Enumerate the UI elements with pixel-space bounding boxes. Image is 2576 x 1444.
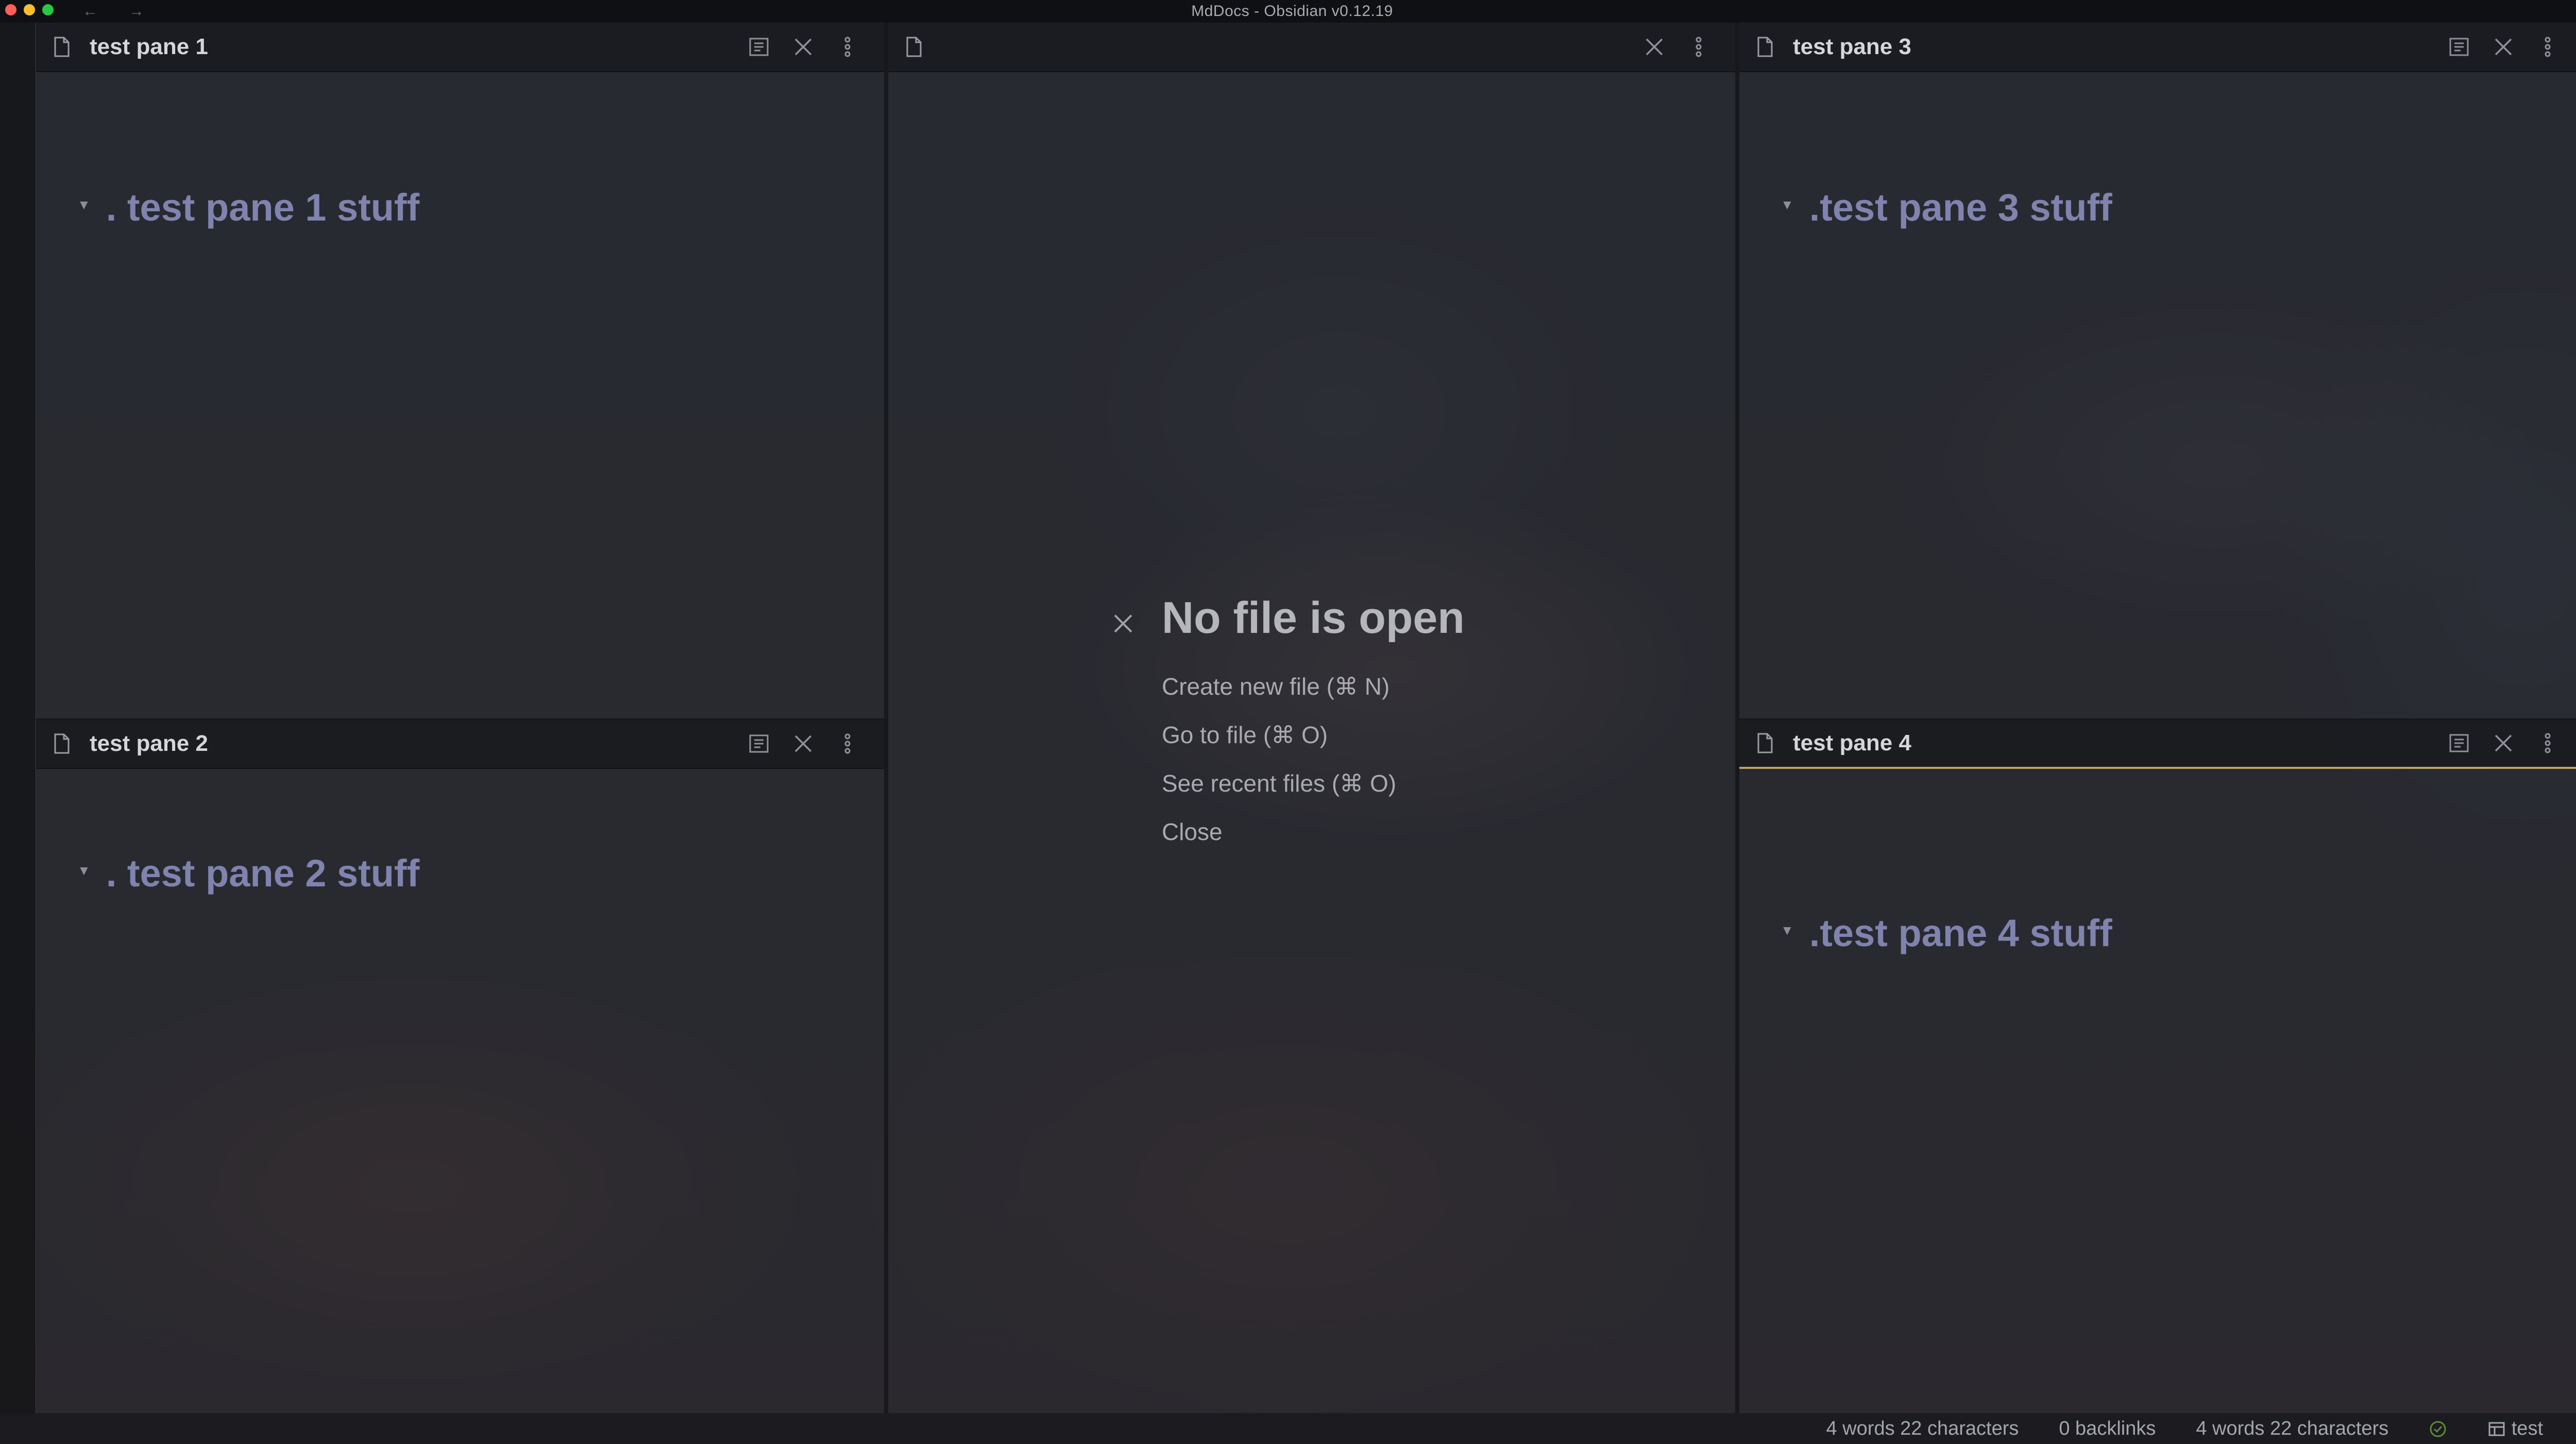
word-count-secondary: 4 words 22 characters: [2196, 1417, 2389, 1439]
collapse-arrow-icon[interactable]: ▼: [77, 863, 91, 879]
pane-empty[interactable]: [888, 23, 1735, 1413]
check-circle-icon: [2430, 1421, 2446, 1437]
left-ribbon: [0, 23, 35, 1414]
forward-arrow-icon[interactable]: →: [129, 3, 144, 20]
close-icon[interactable]: [1642, 35, 1666, 59]
heading-text: .test pane 4 stuff: [1809, 912, 2112, 954]
pane-resize-handle[interactable]: [36, 718, 884, 720]
pane-title[interactable]: test pane 2: [90, 731, 747, 757]
file-icon: [54, 37, 70, 57]
empty-state-title: No file is open: [1162, 593, 1465, 643]
back-arrow-icon[interactable]: ←: [82, 3, 98, 20]
file-icon: [1757, 733, 1773, 753]
pane-header[interactable]: test pane 1: [36, 23, 884, 72]
backlinks-count[interactable]: 0 backlinks: [2059, 1418, 2156, 1440]
sync-status[interactable]: [2429, 1418, 2447, 1440]
reading-view-icon[interactable]: [747, 732, 771, 755]
pane-resize-handle[interactable]: [884, 23, 888, 1413]
close-link[interactable]: Close: [1162, 818, 1223, 846]
see-recent-files-link[interactable]: See recent files (⌘ O): [1162, 769, 1396, 797]
pane-title[interactable]: test pane 4: [1793, 730, 2447, 756]
more-options-icon[interactable]: [1687, 35, 1710, 59]
history-nav: ← →: [82, 0, 144, 23]
more-options-icon[interactable]: [836, 35, 859, 59]
status-bar: 4 words 22 characters 0 backlinks 4 word…: [0, 1413, 2576, 1444]
pane-header[interactable]: test pane 4: [1739, 719, 2576, 769]
title-bar: ← → MdDocs - Obsidian v0.12.19: [0, 0, 2576, 23]
pane-title[interactable]: test pane 1: [90, 34, 747, 60]
more-options-icon[interactable]: [2536, 731, 2560, 755]
more-options-icon[interactable]: [836, 732, 859, 755]
pane-3[interactable]: test pane 3 ▼ .test pane 3 stuff: [1739, 23, 2576, 718]
close-icon[interactable]: [791, 35, 815, 59]
close-icon[interactable]: [2492, 35, 2515, 59]
heading-row: ▼ .test pane 3 stuff: [1781, 186, 2112, 229]
pane-resize-handle[interactable]: [1739, 718, 2576, 720]
reading-view-icon[interactable]: [2447, 731, 2471, 755]
close-window-button[interactable]: [5, 4, 16, 15]
heading-row: ▼ .test pane 4 stuff: [1781, 911, 2112, 955]
more-options-icon[interactable]: [2536, 35, 2560, 59]
word-count: 4 words 22 characters: [1826, 1417, 2019, 1439]
reading-view-icon[interactable]: [747, 35, 771, 59]
pane-4[interactable]: test pane 4 ▼ .test pane 4 stuff: [1739, 719, 2576, 1413]
collapse-arrow-icon[interactable]: ▼: [77, 197, 91, 213]
close-icon[interactable]: [2492, 731, 2515, 755]
heading-text: . test pane 1 stuff: [106, 186, 420, 229]
create-new-file-link[interactable]: Create new file (⌘ N): [1162, 673, 1389, 700]
file-icon: [1757, 37, 1773, 57]
reading-view-icon[interactable]: [2447, 35, 2471, 59]
heading-row: ▼ . test pane 2 stuff: [77, 851, 419, 895]
pane-header[interactable]: test pane 3: [1739, 23, 2576, 72]
heading-row: ▼ . test pane 1 stuff: [77, 186, 419, 229]
pane-header[interactable]: [888, 23, 1735, 72]
pane-content[interactable]: ▼ .test pane 3 stuff: [1739, 72, 2576, 718]
file-icon: [54, 733, 70, 754]
pane-1[interactable]: test pane 1 ▼ . test pane 1 stuff: [36, 23, 884, 718]
vault-name: test: [2511, 1417, 2543, 1439]
window-title: MdDocs - Obsidian v0.12.19: [1191, 3, 1393, 20]
go-to-file-link[interactable]: Go to file (⌘ O): [1162, 721, 1328, 749]
heading-text: .test pane 3 stuff: [1809, 186, 2112, 229]
pane-2[interactable]: test pane 2 ▼ . test pane 2 stuff: [36, 719, 884, 1413]
vault-icon: [2488, 1422, 2505, 1436]
close-icon[interactable]: [791, 732, 815, 755]
file-icon: [906, 37, 922, 57]
heading-text: . test pane 2 stuff: [106, 852, 420, 895]
collapse-arrow-icon[interactable]: ▼: [1781, 197, 1794, 213]
pane-resize-handle[interactable]: [1735, 23, 1739, 1413]
collapse-arrow-icon[interactable]: ▼: [1781, 922, 1794, 938]
zoom-window-button[interactable]: [42, 4, 54, 15]
pane-content[interactable]: ▼ . test pane 2 stuff: [36, 769, 884, 1413]
minimize-window-button[interactable]: [24, 4, 35, 15]
pane-title[interactable]: test pane 3: [1793, 34, 2447, 60]
pane-content[interactable]: ▼ . test pane 1 stuff: [36, 72, 884, 718]
window-controls: [5, 4, 54, 15]
pane-content[interactable]: ▼ .test pane 4 stuff: [1739, 769, 2576, 1413]
close-icon[interactable]: [1108, 608, 1139, 639]
pane-header[interactable]: test pane 2: [36, 719, 884, 769]
vault-switcher[interactable]: test: [2487, 1418, 2543, 1440]
